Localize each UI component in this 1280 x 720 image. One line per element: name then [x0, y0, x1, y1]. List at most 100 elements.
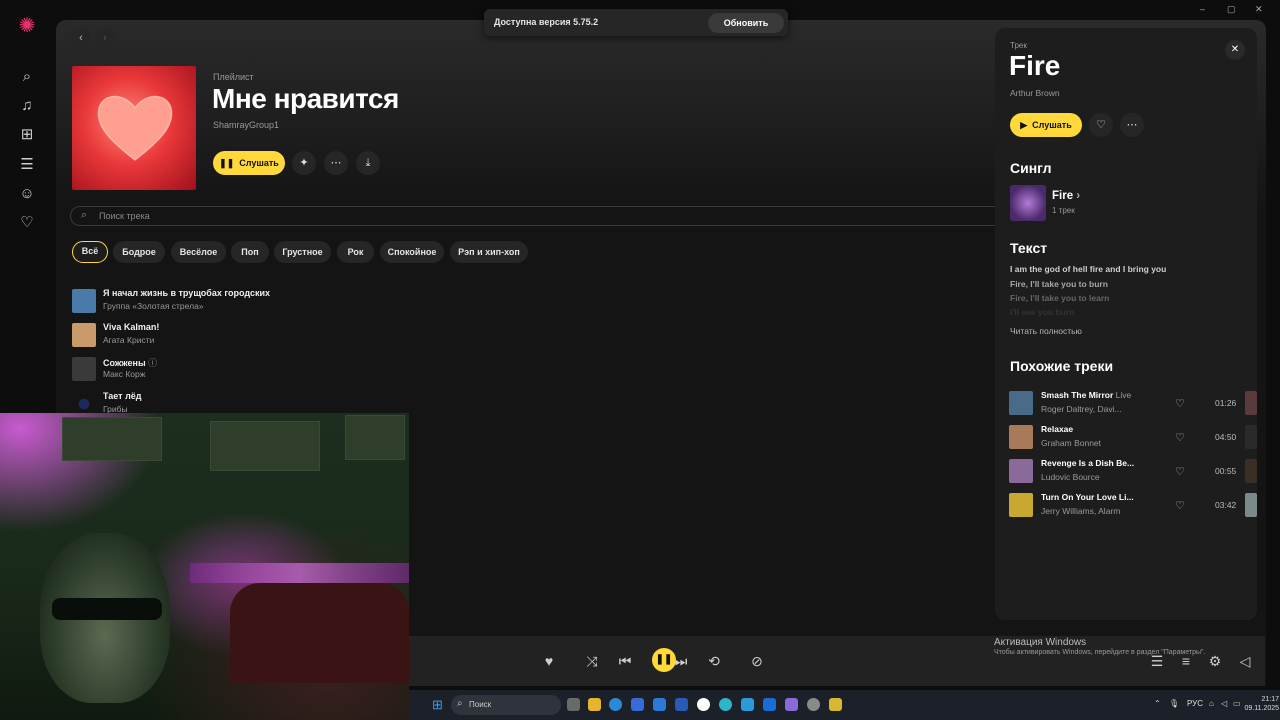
volume-icon[interactable]: ◁ — [1237, 653, 1253, 670]
track-row[interactable]: Сожжены ⓘ Макс Корж — [72, 355, 472, 383]
chip-energetic[interactable]: Бодрое — [113, 241, 165, 263]
settings-icon[interactable] — [807, 698, 820, 711]
back-button[interactable]: ‹ — [71, 28, 91, 48]
heart-icon[interactable]: ♡ — [18, 214, 36, 232]
single-link[interactable]: Fire › — [1052, 190, 1080, 202]
edge-icon[interactable] — [609, 698, 622, 711]
taskview-icon[interactable] — [567, 698, 580, 711]
chip-pop[interactable]: Поп — [231, 241, 269, 263]
similar-track-duration: 03:42 — [1215, 500, 1237, 510]
close-icon[interactable]: ✕ — [1225, 40, 1245, 60]
clock-time[interactable]: 21:17 — [1249, 696, 1279, 703]
maximize-icon[interactable]: ▢ — [1227, 4, 1236, 15]
heart-cover-icon — [97, 95, 173, 161]
more-button[interactable]: ⋯ — [324, 151, 348, 175]
track-title: Viva Kalman! — [103, 322, 160, 332]
app-icon[interactable] — [763, 698, 776, 711]
previous-icon[interactable]: ⏮ — [617, 653, 633, 670]
track-artist[interactable]: Группа «Золотая стрела» — [103, 301, 204, 311]
track-cover — [72, 323, 96, 347]
track-cover — [72, 357, 96, 381]
logo-icon[interactable]: ✺ — [18, 16, 36, 36]
similar-track-row[interactable]: Revenge Is a Dish Be... Ludovic Bource ♡… — [1009, 456, 1257, 486]
windows-start-icon[interactable]: ⊞ — [432, 698, 443, 711]
track-row[interactable]: Viva Kalman! Агата Кристи — [72, 321, 472, 349]
similar-track-artist[interactable]: Roger Daltrey, Davi... — [1041, 404, 1122, 414]
app-icon[interactable] — [719, 698, 732, 711]
similar-track-row[interactable]: Smash The Mirror Live Roger Daltrey, Dav… — [1009, 388, 1257, 418]
clock-date[interactable]: 09.11.2025 — [1235, 705, 1279, 712]
track-more-button[interactable]: ⋯ — [1120, 113, 1144, 137]
update-button[interactable]: Обновить — [708, 13, 784, 33]
track-artist[interactable]: Arthur Brown — [1010, 88, 1060, 98]
books-icon[interactable]: ⊞ — [18, 126, 36, 144]
volume-tray-icon[interactable]: ◁ — [1221, 699, 1227, 708]
similar-track-artist[interactable]: Graham Bonnet — [1041, 438, 1101, 448]
similar-track-artist[interactable]: Ludovic Bource — [1041, 472, 1100, 482]
chip-sad[interactable]: Грустное — [274, 241, 331, 263]
read-full-link[interactable]: Читать полностью — [1010, 326, 1082, 336]
track-row[interactable]: Я начал жизнь в трущобах городских Групп… — [72, 287, 472, 315]
app-icon[interactable] — [785, 698, 798, 711]
info-icon[interactable]: ⓘ — [148, 358, 157, 368]
chevron-right-icon: › — [1076, 190, 1081, 202]
track-play-button[interactable]: ▶ Слушать — [1010, 113, 1082, 137]
more-icon: ⋯ — [330, 157, 342, 169]
chip-rap[interactable]: Рэп и хип-хоп — [450, 241, 528, 263]
search-icon[interactable]: ⌕ — [18, 68, 36, 86]
sunglasses — [52, 598, 162, 620]
equalizer-icon[interactable]: ⚙ — [1207, 653, 1223, 670]
next-icon[interactable]: ⏭ — [673, 653, 689, 670]
todo-icon[interactable] — [675, 698, 688, 711]
play-button[interactable]: ❚❚ Слушать — [213, 151, 285, 175]
tray-chevron-icon[interactable]: ⌃ — [1154, 699, 1161, 708]
heart-icon[interactable]: ♡ — [1175, 431, 1185, 444]
heart-icon[interactable]: ♡ — [1175, 397, 1185, 410]
forward-button[interactable]: › — [95, 28, 115, 48]
heart-icon[interactable]: ♡ — [1175, 499, 1185, 512]
similar-track-title: Revenge Is a Dish Be... — [1041, 458, 1135, 468]
similar-track-artist[interactable]: Jerry Williams, Alarm — [1041, 506, 1120, 516]
network-icon[interactable]: ⌂ — [1209, 699, 1214, 708]
podcasts-icon[interactable]: ☰ — [18, 156, 36, 174]
telegram-icon[interactable] — [741, 698, 754, 711]
lyrics-line: I'll see you burn — [1010, 307, 1075, 317]
chip-all[interactable]: Всё — [72, 241, 108, 263]
track-artist[interactable]: Макс Корж — [103, 369, 145, 379]
track-artist[interactable]: Агата Кристи — [103, 335, 154, 345]
outlook-icon[interactable] — [653, 698, 666, 711]
chip-calm[interactable]: Спокойное — [380, 241, 444, 263]
mic-icon[interactable]: 🎙 — [1169, 699, 1179, 708]
taskbar-search[interactable]: ⌕ Поиск — [451, 695, 561, 715]
music-icon[interactable]: ♫ — [18, 97, 36, 115]
app-icon[interactable] — [829, 698, 842, 711]
led-strip — [190, 563, 409, 583]
shuffle-icon[interactable]: ⤨ — [584, 653, 600, 670]
language-indicator[interactable]: РУС — [1187, 699, 1203, 708]
similar-track-row[interactable]: Relaxae Graham Bonnet ♡ 04:50 — [1009, 422, 1257, 452]
yandex-music-icon[interactable] — [697, 698, 710, 711]
activation-text: Чтобы активировать Windows, перейдите в … — [994, 649, 1206, 656]
heart-icon[interactable]: ♡ — [1175, 465, 1185, 478]
single-title: Fire — [1052, 190, 1074, 202]
track-title: Сожжены ⓘ — [103, 356, 157, 369]
heart-icon[interactable]: ♥ — [541, 653, 557, 669]
single-cover[interactable] — [1010, 185, 1046, 221]
kids-icon[interactable]: ☺ — [18, 185, 36, 203]
search-placeholder: Поиск трека — [99, 211, 150, 221]
minimize-icon[interactable]: – — [1200, 4, 1205, 14]
track-title-text: Сожжены — [103, 358, 146, 368]
pin-button[interactable]: ✦ — [292, 151, 316, 175]
similar-track-row[interactable]: Turn On Your Love Li... Jerry Williams, … — [1009, 490, 1257, 520]
repeat-icon[interactable]: ⟲ — [706, 653, 722, 670]
chip-happy[interactable]: Весёлое — [171, 241, 226, 263]
close-window-icon[interactable]: ✕ — [1255, 4, 1263, 15]
dislike-icon[interactable]: ⊘ — [749, 653, 765, 670]
search-input[interactable]: ⌕ Поиск трека — [70, 206, 1010, 226]
chip-rock[interactable]: Рок — [337, 241, 374, 263]
explorer-icon[interactable] — [588, 698, 601, 711]
store-icon[interactable] — [631, 698, 644, 711]
download-button[interactable]: ⤓ — [356, 151, 380, 175]
playlist-owner[interactable]: ShamrayGroup1 — [213, 120, 279, 130]
like-button[interactable]: ♡ — [1089, 113, 1113, 137]
